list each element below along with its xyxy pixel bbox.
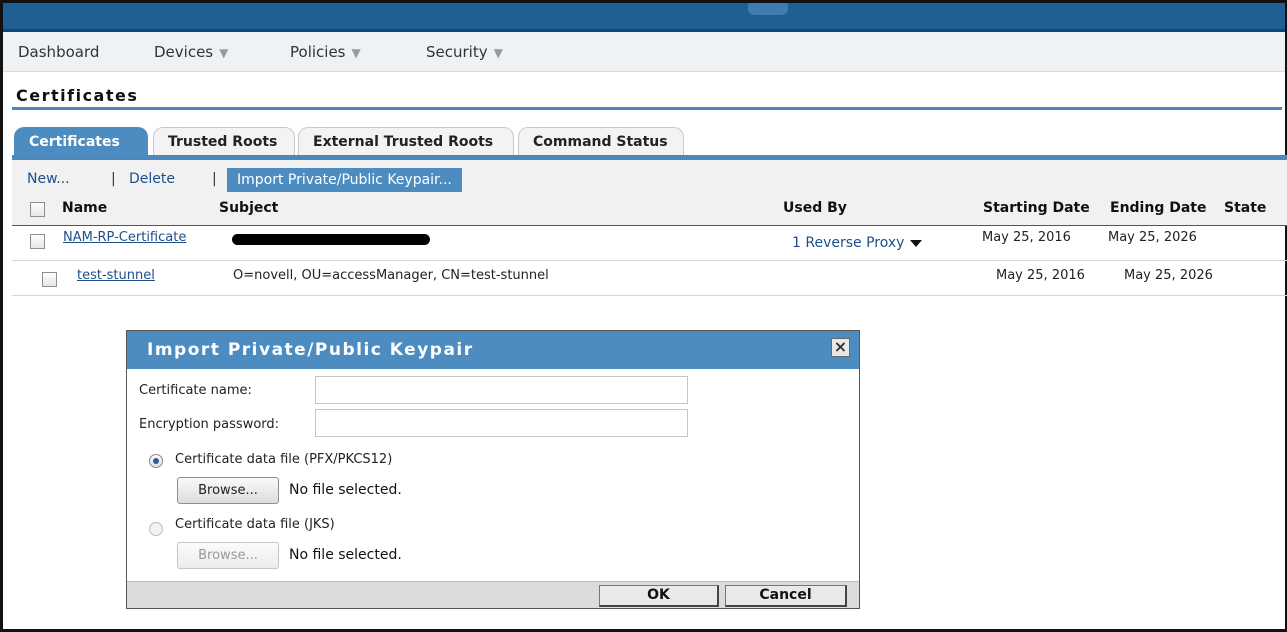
table-row: NAM-RP-Certificate 1 Reverse Proxy May 2…	[12, 226, 1287, 261]
browse-pfx-button[interactable]: Browse...	[177, 477, 279, 504]
cancel-button[interactable]: Cancel	[725, 585, 847, 607]
starting-date: May 25, 2016	[996, 268, 1085, 283]
ending-date: May 25, 2026	[1108, 230, 1197, 245]
column-header-state[interactable]: State	[1224, 200, 1266, 216]
import-keypair-dialog: Import Private/Public Keypair × Certific…	[126, 330, 860, 609]
select-all-checkbox[interactable]	[30, 202, 45, 217]
toolbar-separator: |	[212, 171, 217, 187]
certificate-name-label: Certificate name:	[139, 383, 252, 398]
column-header-ending-date[interactable]: Ending Date	[1110, 200, 1206, 216]
close-icon[interactable]: ×	[831, 338, 850, 357]
certificate-name-input[interactable]	[315, 376, 688, 404]
nav-devices-label: Devices	[154, 43, 214, 61]
tab-external-trusted-roots[interactable]: External Trusted Roots	[298, 127, 514, 155]
column-header-name[interactable]: Name	[62, 200, 107, 216]
certificate-subject: O=novell, OU=accessManager, CN=test-stun…	[233, 268, 549, 283]
tab-strip: Certificates Trusted Roots External Trus…	[12, 127, 1287, 157]
nav-policies[interactable]: Policies ▼	[290, 43, 361, 61]
delete-button[interactable]: Delete	[129, 171, 175, 187]
toolbar-separator: |	[111, 171, 116, 187]
pfx-file-status: No file selected.	[289, 482, 402, 498]
nav-devices[interactable]: Devices ▼	[154, 43, 228, 61]
column-header-starting-date[interactable]: Starting Date	[983, 200, 1090, 216]
import-keypair-button[interactable]: Import Private/Public Keypair...	[227, 168, 462, 192]
radio-pfx-label: Certificate data file (PFX/PKCS12)	[175, 452, 393, 467]
certificate-name-link[interactable]: test-stunnel	[77, 268, 155, 283]
dialog-title: Import Private/Public Keypair	[147, 340, 474, 360]
certificate-name-link[interactable]: NAM-RP-Certificate	[63, 230, 186, 245]
main-nav: Dashboard Devices ▼ Policies ▼ Security ▼	[3, 32, 1285, 72]
nav-security-label: Security	[426, 43, 488, 61]
browse-jks-button: Browse...	[177, 542, 279, 569]
dialog-footer: OK Cancel	[127, 581, 859, 608]
tab-trusted-roots[interactable]: Trusted Roots	[153, 127, 295, 155]
radio-jks[interactable]	[149, 522, 163, 536]
ok-button[interactable]: OK	[599, 585, 719, 607]
table-row: test-stunnel O=novell, OU=accessManager,…	[12, 261, 1287, 296]
starting-date: May 25, 2016	[982, 230, 1071, 245]
toolbar: New... | Delete | Import Private/Public …	[12, 160, 1287, 196]
nav-dashboard-label: Dashboard	[18, 43, 100, 61]
column-header-used-by[interactable]: Used By	[783, 200, 847, 216]
banner-collapse-handle[interactable]	[748, 3, 788, 15]
redacted-subject	[232, 234, 430, 245]
new-button[interactable]: New...	[27, 171, 70, 187]
used-by-label: 1 Reverse Proxy	[792, 235, 905, 251]
caret-down-icon	[910, 239, 923, 247]
tab-command-status[interactable]: Command Status	[518, 127, 684, 155]
page-title: Certificates	[16, 86, 139, 105]
ending-date: May 25, 2026	[1124, 268, 1213, 283]
chevron-down-icon: ▼	[351, 46, 361, 60]
used-by-dropdown[interactable]: 1 Reverse Proxy	[792, 235, 923, 251]
encryption-password-input[interactable]	[315, 409, 688, 437]
chevron-down-icon: ▼	[219, 46, 229, 60]
table-header: Name Subject Used By Starting Date Endin…	[12, 196, 1287, 226]
radio-pfx[interactable]	[149, 454, 163, 468]
top-banner	[3, 3, 1285, 32]
nav-policies-label: Policies	[290, 43, 346, 61]
jks-file-status: No file selected.	[289, 547, 402, 563]
chevron-down-icon: ▼	[493, 46, 503, 60]
dialog-titlebar[interactable]: Import Private/Public Keypair ×	[127, 331, 859, 369]
tab-certificates[interactable]: Certificates	[14, 127, 148, 155]
column-header-subject[interactable]: Subject	[219, 200, 278, 216]
radio-jks-label: Certificate data file (JKS)	[175, 517, 335, 532]
nav-security[interactable]: Security ▼	[426, 43, 503, 61]
title-divider	[12, 107, 1282, 110]
row-checkbox[interactable]	[30, 234, 45, 249]
encryption-password-label: Encryption password:	[139, 417, 280, 432]
nav-dashboard[interactable]: Dashboard	[18, 43, 99, 61]
row-checkbox[interactable]	[42, 272, 57, 287]
